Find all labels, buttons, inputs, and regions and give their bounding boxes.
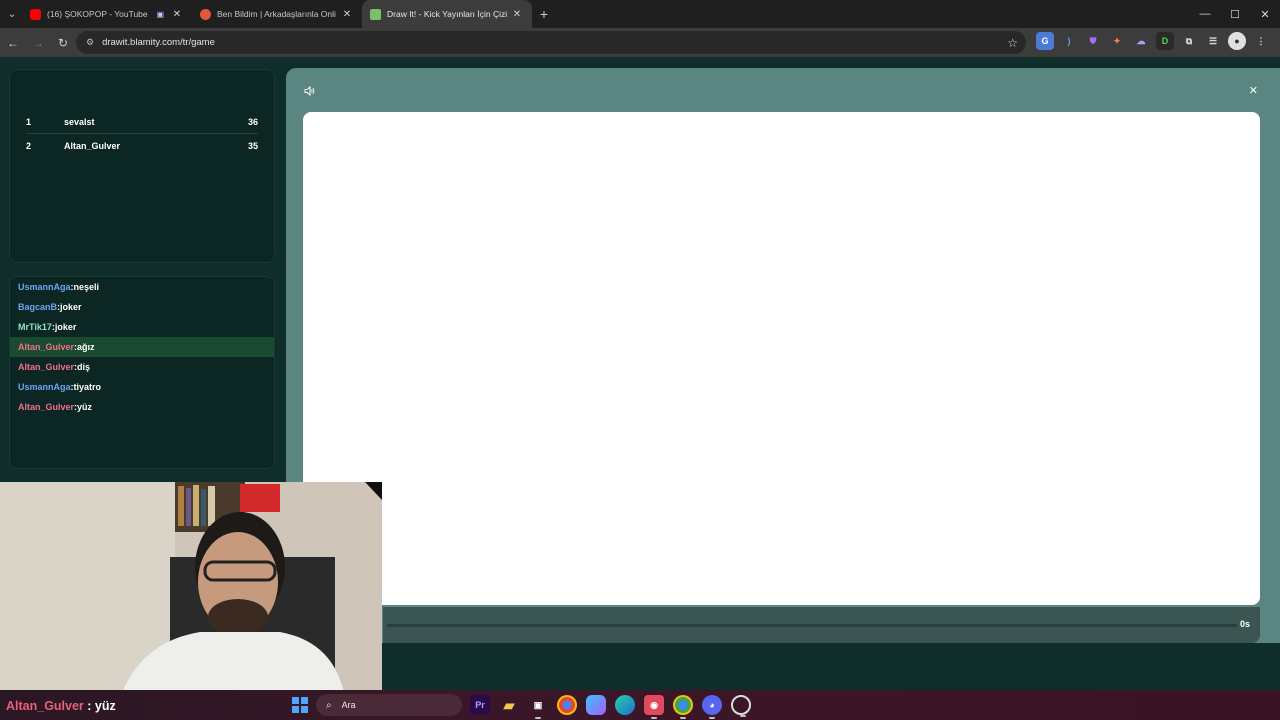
chat-message: Altan_Gulver: diş [10, 357, 274, 377]
guess-chat-panel[interactable]: UsmannAga: neşeli BagcanB: joker MrTik17: j… [9, 276, 275, 469]
site-favicon-icon [200, 8, 211, 20]
chat-text: tiyatro [73, 382, 102, 392]
site-info-icon[interactable]: ⚙ [86, 37, 94, 48]
leaderboard-panel: 1 sevalst 36 2 Altan_Gulver 35 [9, 69, 275, 263]
rank: 2 [26, 141, 32, 151]
chat-message: UsmannAga: neşeli [10, 277, 274, 297]
reading-list-icon[interactable]: ☰ [1204, 32, 1222, 50]
chat-message-highlighted: Altan_Gulver: ağız [10, 337, 274, 357]
discord-app-icon[interactable]: ◕ [702, 695, 722, 719]
profile-avatar-icon[interactable]: ● [1228, 32, 1246, 50]
copilot-app-icon[interactable] [586, 695, 606, 715]
leaderboard-row: 2 Altan_Gulver 35 [26, 134, 258, 158]
tab-search-button[interactable]: ⌄ [2, 4, 22, 24]
chat-username: Altan_Gulver [18, 402, 75, 412]
player-score: 36 [247, 116, 258, 127]
tab-title: (16) ŞOKOPOP - YouTube [47, 9, 148, 19]
chat-text: yüz [77, 402, 93, 412]
url-text: drawit.blamity.com/tr/game [102, 37, 215, 48]
chat-text: joker [54, 322, 77, 332]
chat-text: joker [60, 302, 82, 312]
caption-username: Altan_Gulver [6, 699, 84, 713]
rank: 1 [26, 116, 32, 127]
close-tab-icon[interactable]: ✕ [510, 9, 524, 20]
taskbar-apps: Pr ▰ ▣ ◉ ◕ [470, 695, 751, 719]
maximize-icon[interactable]: ☐ [1220, 0, 1250, 28]
cloud-extension-icon[interactable]: ☁ [1132, 32, 1150, 50]
tab-strip: ⌄ (16) ŞOKOPOP - YouTube ▣ ✕ Ben Bildim … [0, 0, 1280, 28]
edge-app-icon[interactable] [615, 695, 635, 715]
chat-username: BagcanB [18, 302, 58, 312]
extensions-bar: G ) ⛊ ✦ ☁ D ⧉ ☰ ● ⋮ [1036, 32, 1270, 50]
kick-app-icon[interactable]: ◉ [644, 695, 664, 719]
chat-text: ağız [77, 342, 95, 352]
close-icon[interactable]: ✕ [1249, 84, 1258, 97]
youtube-favicon-icon [30, 8, 41, 20]
premiere-app-icon[interactable]: Pr [470, 695, 490, 715]
address-bar[interactable]: ⚙ drawit.blamity.com/tr/game ☆ [76, 31, 1026, 54]
media-icon[interactable]: ▣ [156, 10, 164, 19]
obs-app-icon[interactable] [731, 695, 751, 717]
chat-username: MrTik17 [18, 322, 52, 332]
browser-tab-active[interactable]: Draw It! - Kick Yayınları İçin Çizi ✕ [362, 0, 532, 28]
window-controls: — ☐ ✕ [1190, 0, 1280, 28]
leaderboard-row: 1 sevalst 36 [26, 110, 258, 134]
bookmark-star-icon[interactable]: ☆ [1007, 36, 1018, 50]
d-extension-icon[interactable]: D [1156, 32, 1174, 50]
chat-username: Altan_Gulver [18, 342, 75, 352]
player-score: 35 [247, 141, 258, 151]
chrome-app-icon[interactable] [557, 695, 577, 715]
chat-message: Altan_Gulver: yüz [10, 397, 274, 417]
chat-message: UsmannAga: tiyatro [10, 377, 274, 397]
windows-taskbar: ⌕ Ara Pr ▰ ▣ ◉ ◕ [0, 690, 1280, 720]
close-tab-icon[interactable]: ✕ [170, 9, 184, 20]
puzzle-extensions-icon[interactable]: ⧉ [1180, 32, 1198, 50]
player-name: sevalst [64, 116, 95, 127]
stream-caption: Altan_Gulver : yüz [6, 699, 116, 713]
shield-extension-icon[interactable]: ⛊ [1084, 32, 1102, 50]
search-placeholder: Ara [341, 700, 356, 710]
close-window-icon[interactable]: ✕ [1250, 0, 1280, 28]
chat-text: neşeli [73, 282, 100, 292]
forward-arrow-icon[interactable]: → [26, 31, 50, 55]
close-tab-icon[interactable]: ✕ [340, 9, 354, 20]
translate-extension-icon[interactable]: G [1036, 32, 1054, 50]
search-icon: ⌕ [326, 699, 332, 711]
tab-title: Ben Bildim | Arkadaşlarınla Onli [217, 9, 336, 19]
audio-extension-icon[interactable]: ) [1060, 32, 1078, 50]
speaker-icon[interactable] [304, 85, 315, 99]
minimize-icon[interactable]: — [1190, 0, 1220, 28]
browser-menu-icon[interactable]: ⋮ [1252, 32, 1270, 50]
reload-icon[interactable]: ↻ [51, 31, 75, 55]
caption-text: : yüz [83, 699, 116, 713]
timer-bar: 0s [383, 607, 1260, 643]
tab-title: Draw It! - Kick Yayınları İçin Çizi [387, 9, 508, 19]
browser-toolbar: ← → ↻ ⚙ drawit.blamity.com/tr/game ☆ G )… [0, 28, 1280, 57]
taskbar-search[interactable]: ⌕ Ara [316, 694, 462, 716]
drawing-game-card: ✕ 0s [286, 68, 1280, 643]
streamer-webcam-image [0, 482, 382, 698]
back-arrow-icon[interactable]: ← [1, 31, 25, 55]
chrome-window-icon[interactable] [673, 695, 693, 719]
player-name: Altan_Gulver [64, 141, 121, 151]
new-tab-button[interactable]: + [532, 6, 556, 22]
timer-seconds: 0s [1239, 619, 1250, 629]
chat-text: diş [77, 362, 91, 372]
chat-username: UsmannAga [18, 282, 71, 292]
webcam-overlay [0, 482, 382, 698]
windows-start-icon[interactable] [292, 697, 308, 713]
store-app-icon[interactable]: ▣ [528, 695, 548, 719]
timer-progress-track [387, 624, 1237, 627]
chat-username: UsmannAga [18, 382, 71, 392]
browser-tab[interactable]: (16) ŞOKOPOP - YouTube ▣ ✕ [22, 0, 192, 28]
chat-username: Altan_Gulver [18, 362, 75, 372]
drawit-favicon-icon [370, 8, 381, 20]
browser-tab[interactable]: Ben Bildim | Arkadaşlarınla Onli ✕ [192, 0, 362, 28]
fox-extension-icon[interactable]: ✦ [1108, 32, 1126, 50]
drawing-canvas[interactable] [303, 112, 1260, 605]
chat-message: BagcanB: joker [10, 297, 274, 317]
file-explorer-icon[interactable]: ▰ [499, 695, 519, 715]
chat-message: MrTik17: joker [10, 317, 274, 337]
